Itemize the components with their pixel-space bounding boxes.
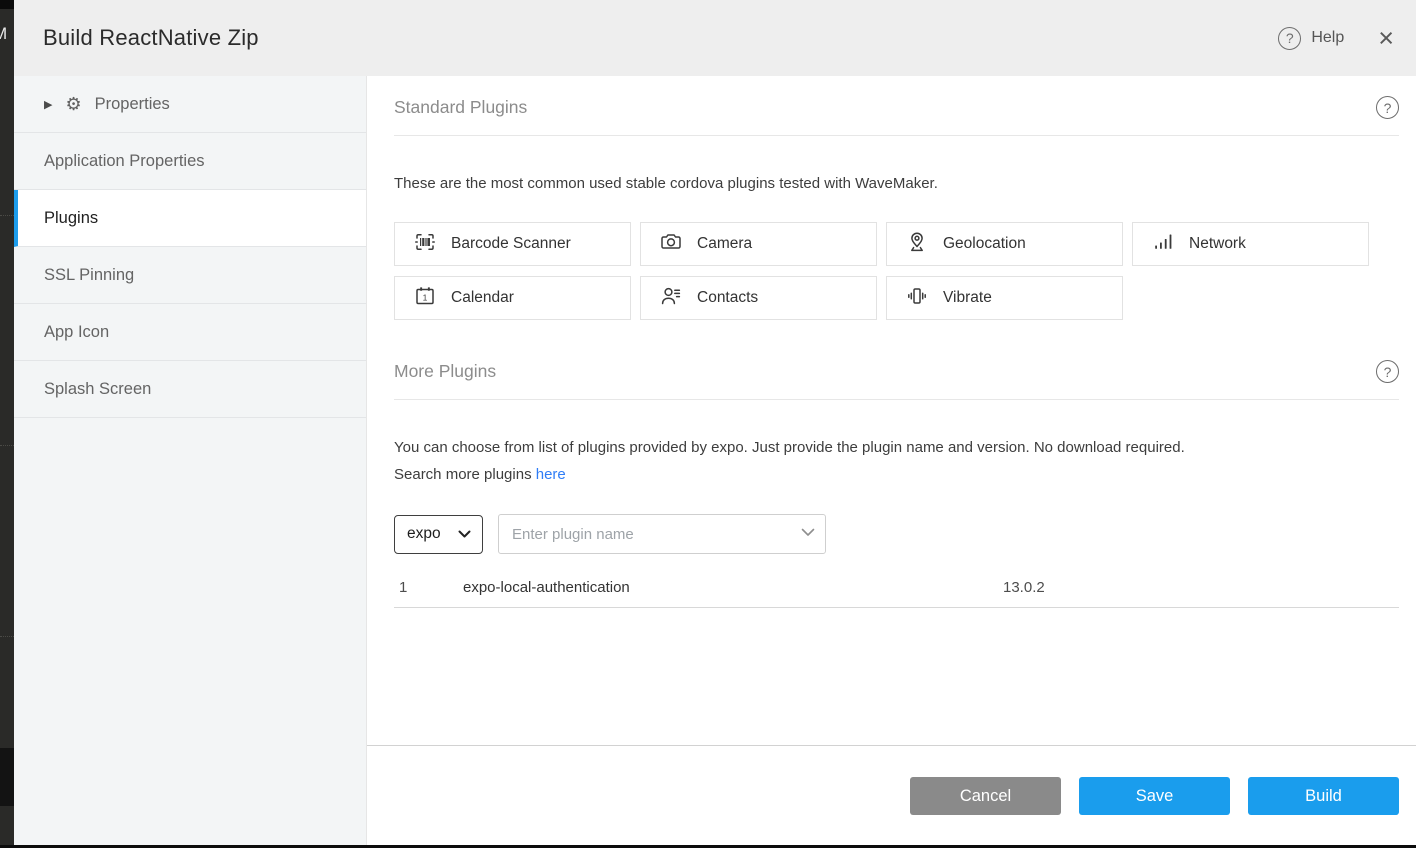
- more-plugins-description-line1: You can choose from list of plugins prov…: [394, 439, 1185, 456]
- plugin-source-value: expo: [407, 525, 441, 543]
- settings-sidebar: ▶ ⚙ Properties Application Properties Pl…: [14, 76, 367, 848]
- chevron-down-icon[interactable]: [801, 528, 815, 537]
- plugin-row-version: 13.0.2: [1003, 579, 1399, 596]
- standard-plugins-grid: Barcode Scanner Camera: [394, 222, 1369, 320]
- plugin-name-combobox: [498, 514, 826, 554]
- background-dotted-line: [0, 636, 14, 637]
- standard-plugins-header: Standard Plugins ?: [394, 76, 1399, 136]
- cancel-button[interactable]: Cancel: [910, 777, 1061, 815]
- more-plugins-description-line2: Search more plugins: [394, 466, 536, 483]
- plugin-button-label: Barcode Scanner: [451, 235, 571, 253]
- camera-icon: [659, 230, 683, 259]
- standard-plugins-description: These are the most common used stable co…: [394, 170, 1399, 197]
- sidebar-item-label: SSL Pinning: [44, 266, 134, 285]
- more-plugins-header: More Plugins ?: [394, 340, 1399, 400]
- build-button[interactable]: Build: [1248, 777, 1399, 815]
- more-plugins-title: More Plugins: [394, 361, 496, 382]
- sidebar-item-plugins[interactable]: Plugins: [14, 190, 366, 247]
- svg-text:1: 1: [423, 292, 428, 302]
- help-question-icon: ?: [1278, 27, 1301, 50]
- background-letter-fragment: M: [0, 24, 7, 44]
- dialog-footer: Cancel Save Build: [367, 745, 1416, 848]
- geolocation-icon: [905, 230, 929, 259]
- plugins-panel-scroll: Standard Plugins ? These are the most co…: [367, 76, 1416, 745]
- contacts-icon: [659, 284, 683, 313]
- plugin-add-controls: expo: [394, 514, 1399, 554]
- more-plugins-help-button[interactable]: ?: [1376, 360, 1399, 383]
- plugin-button-geolocation[interactable]: Geolocation: [886, 222, 1123, 266]
- sidebar-item-label: Plugins: [44, 209, 98, 228]
- sidebar-item-label: Application Properties: [44, 152, 205, 171]
- vibrate-icon: [905, 284, 929, 313]
- plugin-button-calendar[interactable]: 1 Calendar: [394, 276, 631, 320]
- background-dotted-line: [0, 215, 14, 216]
- plugin-button-contacts[interactable]: Contacts: [640, 276, 877, 320]
- more-plugins-description: You can choose from list of plugins prov…: [394, 434, 1399, 488]
- plugins-panel: Standard Plugins ? These are the most co…: [367, 76, 1416, 848]
- sidebar-item-properties[interactable]: ▶ ⚙ Properties: [14, 76, 366, 133]
- plugin-button-barcode-scanner[interactable]: Barcode Scanner: [394, 222, 631, 266]
- sidebar-item-label: Splash Screen: [44, 380, 151, 399]
- dialog-header: Build ReactNative Zip ? Help ×: [14, 0, 1416, 76]
- help-label: Help: [1311, 29, 1344, 47]
- plugin-button-label: Network: [1189, 235, 1246, 253]
- background-band: [0, 748, 14, 806]
- background-dotted-line: [0, 445, 14, 446]
- sidebar-item-application-properties[interactable]: Application Properties: [14, 133, 366, 190]
- help-button[interactable]: ? Help: [1278, 27, 1344, 50]
- plugin-button-label: Calendar: [451, 289, 514, 307]
- dialog-title: Build ReactNative Zip: [43, 25, 259, 51]
- calendar-icon: 1: [413, 284, 437, 313]
- sidebar-item-label: App Icon: [44, 323, 109, 342]
- circled-question-icon: ?: [1376, 360, 1399, 383]
- network-icon: [1151, 230, 1175, 259]
- plugin-button-label: Contacts: [697, 289, 758, 307]
- plugin-button-camera[interactable]: Camera: [640, 222, 877, 266]
- build-reactnative-zip-dialog: Build ReactNative Zip ? Help × ▶ ⚙ Prope…: [14, 0, 1416, 848]
- standard-plugins-help-button[interactable]: ?: [1376, 96, 1399, 119]
- background-band: [0, 0, 14, 9]
- barcode-scanner-icon: [413, 230, 437, 259]
- sidebar-item-splash-screen[interactable]: Splash Screen: [14, 361, 366, 418]
- plugin-row-name: expo-local-authentication: [463, 579, 1003, 596]
- close-icon[interactable]: ×: [1378, 25, 1394, 52]
- standard-plugins-title: Standard Plugins: [394, 97, 527, 118]
- plugin-button-label: Vibrate: [943, 289, 992, 307]
- header-actions: ? Help ×: [1278, 25, 1394, 52]
- plugin-row-index: 1: [399, 579, 463, 596]
- plugin-button-network[interactable]: Network: [1132, 222, 1369, 266]
- plugin-name-input[interactable]: [498, 514, 826, 554]
- plugin-button-label: Geolocation: [943, 235, 1026, 253]
- search-plugins-link[interactable]: here: [536, 466, 566, 483]
- background-app-strip: M: [0, 0, 14, 848]
- plugin-button-vibrate[interactable]: Vibrate: [886, 276, 1123, 320]
- gear-icon: ⚙: [65, 94, 81, 115]
- sidebar-item-ssl-pinning[interactable]: SSL Pinning: [14, 247, 366, 304]
- save-button[interactable]: Save: [1079, 777, 1230, 815]
- plugin-table-row: 1 expo-local-authentication 13.0.2: [394, 568, 1399, 608]
- circled-question-icon: ?: [1376, 96, 1399, 119]
- chevron-down-icon: [458, 530, 471, 538]
- expand-triangle-icon: ▶: [44, 98, 52, 111]
- sidebar-item-app-icon[interactable]: App Icon: [14, 304, 366, 361]
- sidebar-item-label: Properties: [95, 95, 170, 114]
- plugin-source-select[interactable]: expo: [394, 515, 483, 554]
- plugin-button-label: Camera: [697, 235, 752, 253]
- dialog-body: ▶ ⚙ Properties Application Properties Pl…: [14, 76, 1416, 848]
